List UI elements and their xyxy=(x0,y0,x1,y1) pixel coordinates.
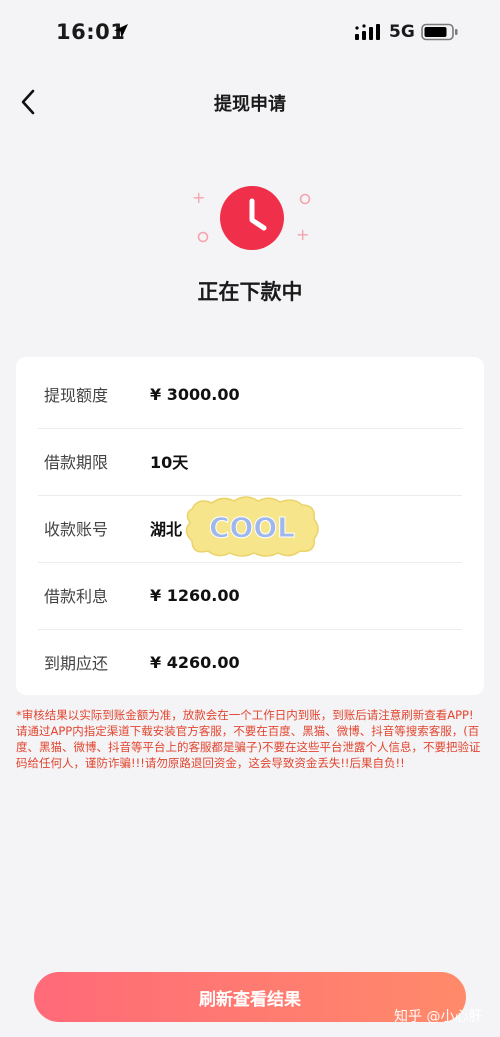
detail-row-interest: 借款利息 ¥ 1260.00 xyxy=(38,562,462,628)
detail-row-due: 到期应还 ¥ 4260.00 xyxy=(38,629,462,695)
signal-icon xyxy=(355,24,380,40)
battery-icon xyxy=(421,23,458,41)
detail-value: ¥ 1260.00 xyxy=(150,585,240,605)
sticker-text: COOL xyxy=(209,511,295,544)
svg-text:+: + xyxy=(296,225,309,244)
location-arrow-icon xyxy=(114,24,128,38)
clock-icon: + + xyxy=(192,186,311,250)
detail-label: 借款利息 xyxy=(44,587,109,606)
detail-value: 湖北 xyxy=(150,520,183,539)
network-label: 5G xyxy=(389,22,415,42)
status-heading: 正在下款中 xyxy=(197,280,303,304)
detail-value: 10天 xyxy=(150,453,189,472)
status-bar: 16:01 5G xyxy=(0,0,500,66)
detail-label: 到期应还 xyxy=(44,654,109,673)
detail-value: ¥ 3000.00 xyxy=(150,384,240,404)
detail-label: 提现额度 xyxy=(44,386,109,405)
detail-value: ¥ 4260.00 xyxy=(150,652,240,672)
detail-row-amount: 提现额度 ¥ 3000.00 xyxy=(38,361,462,427)
warning-notice: *审核结果以实际到账金额为准，放款会在一个工作日内到账，到账后请注意刷新查看AP… xyxy=(16,708,481,770)
detail-row-term: 借款期限 10天 xyxy=(38,428,462,494)
detail-label: 借款期限 xyxy=(44,453,109,472)
watermark: 知乎 @小心肝 xyxy=(394,1009,483,1025)
page-title: 提现申请 xyxy=(214,94,286,115)
svg-text:+: + xyxy=(192,188,205,207)
detail-label: 收款账号 xyxy=(44,520,109,539)
nav-bar: 提现申请 xyxy=(0,78,500,126)
cool-sticker: COOL xyxy=(185,496,319,557)
